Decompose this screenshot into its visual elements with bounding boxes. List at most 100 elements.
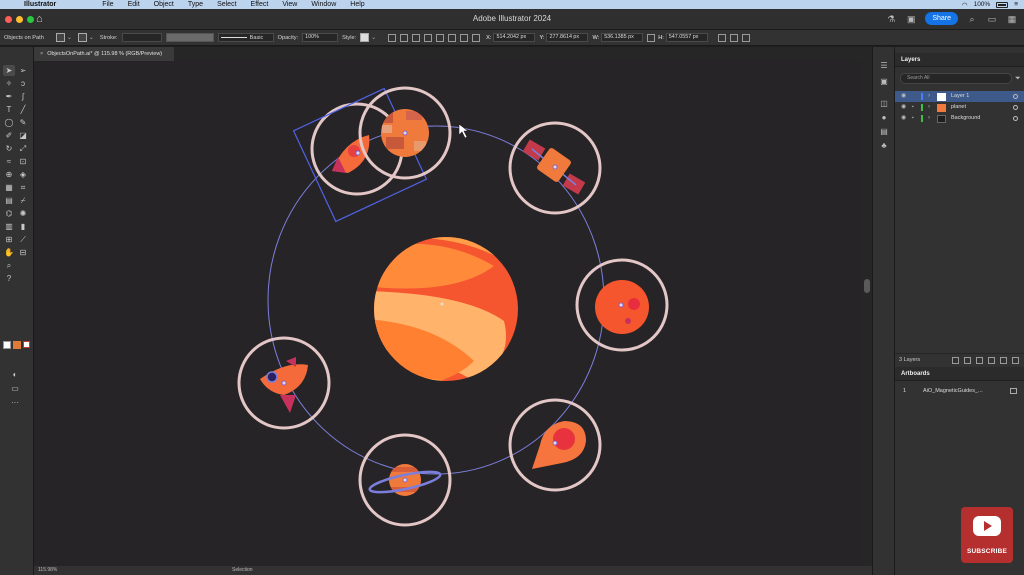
draw-mode-icon[interactable]: ◐	[9, 369, 21, 380]
menu-icon[interactable]	[741, 33, 750, 42]
stroke-swatch[interactable]	[77, 33, 87, 42]
new-sublayer-icon[interactable]	[988, 357, 995, 364]
blend-tool-icon[interactable]: ⌬	[3, 208, 15, 219]
comet[interactable]	[508, 398, 602, 492]
document-tab[interactable]: × ObjectsOnPath.ai* @ 115.98 % (RGB/Previ…	[34, 47, 174, 61]
live-paint-tool-icon[interactable]: ◈	[17, 169, 29, 180]
layer-row-background[interactable]: ◉ ▪ › Background	[895, 113, 1024, 124]
menu-window[interactable]: Window	[311, 1, 336, 8]
make-clipping-mask-icon[interactable]	[964, 357, 971, 364]
none-color-icon[interactable]	[23, 341, 30, 348]
warp-tool-icon[interactable]: ≈	[3, 156, 15, 167]
share-button[interactable]: Share	[925, 12, 958, 25]
type-tool-icon[interactable]: T	[3, 104, 15, 115]
properties-icon[interactable]: ☰	[879, 61, 889, 71]
layer-row-planet[interactable]: ◉ ▪ › planet	[895, 102, 1024, 113]
filter-icon[interactable]: ⏷	[1015, 74, 1023, 83]
align-top-icon[interactable]	[436, 33, 445, 42]
reference-point-icon[interactable]	[472, 33, 481, 42]
app-menu[interactable]: Illustrator	[24, 1, 56, 8]
battery-icon[interactable]	[996, 1, 1009, 8]
w-field[interactable]: 536.1385 px	[601, 33, 644, 42]
eraser-tool-icon[interactable]: ◪	[17, 130, 29, 141]
menu-object[interactable]: Object	[154, 1, 174, 8]
central-planet[interactable]	[364, 237, 518, 391]
brush-tool-icon[interactable]: ✎	[17, 117, 29, 128]
scroll-thumb[interactable]	[864, 279, 870, 293]
new-layer-icon[interactable]	[1000, 357, 1007, 364]
workspace-icon[interactable]: ▭	[986, 13, 998, 25]
menu-view[interactable]: View	[282, 1, 297, 8]
align-left-icon[interactable]	[400, 33, 409, 42]
chevron-down-icon[interactable]: ⌄	[89, 34, 94, 41]
saturn-planet[interactable]	[358, 433, 452, 527]
comments-icon[interactable]: ▣	[905, 13, 917, 25]
h-field[interactable]: 547.0557 px	[665, 33, 708, 42]
y-field[interactable]: 277.8614 px	[546, 33, 589, 42]
arrange-icon[interactable]: ▦	[1006, 13, 1018, 25]
visibility-eye-icon[interactable]: ◉	[901, 91, 906, 102]
artboard-tool-icon[interactable]: ⊞	[3, 234, 15, 245]
scale-tool-icon[interactable]: ⤢	[17, 143, 29, 154]
line-tool-icon[interactable]: ╱	[17, 104, 29, 115]
graphic-style-swatch[interactable]	[360, 33, 370, 42]
opacity-label[interactable]: Opacity:	[278, 35, 299, 41]
menu-help[interactable]: Help	[350, 1, 364, 8]
perspective-grid-tool-icon[interactable]: ▦	[3, 182, 15, 193]
expand-arrow-icon[interactable]: ›	[928, 102, 930, 113]
venus-planet[interactable]	[358, 86, 452, 180]
symbol-sprayer-tool-icon[interactable]: ✺	[17, 208, 29, 219]
artboard-row[interactable]: 1 AiO_MagneticGuides_...	[895, 385, 1024, 397]
fill-swatch[interactable]	[55, 33, 65, 42]
bar-graph-tool-icon[interactable]: ▮	[17, 221, 29, 232]
expand-arrow-icon[interactable]: ›	[928, 91, 930, 102]
wifi-icon[interactable]: ◠	[962, 1, 968, 9]
stroke-weight-field[interactable]	[121, 33, 162, 42]
column-graph-tool-icon[interactable]: ▥	[3, 221, 15, 232]
swatches-icon[interactable]: ▤	[879, 127, 889, 137]
layer-name[interactable]: Background	[951, 113, 980, 124]
shape-builder-tool-icon[interactable]: ⊕	[3, 169, 15, 180]
expand-arrow-icon[interactable]: ›	[928, 113, 930, 124]
align-middle-icon[interactable]	[448, 33, 457, 42]
chevron-down-icon[interactable]: ⌄	[67, 34, 72, 41]
menu-effect[interactable]: Effect	[251, 1, 269, 8]
zoom-tool-icon[interactable]: ⌕	[3, 260, 15, 271]
trash-icon[interactable]	[1012, 357, 1019, 364]
mesh-tool-icon[interactable]: ⌗	[17, 182, 29, 193]
layer-name[interactable]: Layer 1	[951, 91, 969, 102]
align-bottom-icon[interactable]	[460, 33, 469, 42]
layers-icon[interactable]: ◫	[879, 99, 889, 109]
isolate-icon[interactable]	[729, 33, 738, 42]
align-right-icon[interactable]	[424, 33, 433, 42]
menu-edit[interactable]: Edit	[128, 1, 140, 8]
free-transform-tool-icon[interactable]: ⊡	[17, 156, 29, 167]
help-icon[interactable]: ?	[3, 273, 15, 284]
x-field[interactable]: 514.2042 px	[493, 33, 536, 42]
artboard-name[interactable]: AiO_MagneticGuides_...	[923, 385, 983, 397]
ellipse-tool-icon[interactable]: ◯	[3, 117, 15, 128]
opacity-field[interactable]: 100%	[302, 33, 339, 42]
chevron-down-icon[interactable]: ⌄	[371, 34, 376, 41]
layers-search-input[interactable]: Search All	[900, 73, 1012, 84]
rocket-left[interactable]	[237, 336, 331, 430]
stroke-label[interactable]: Stroke:	[100, 35, 118, 41]
small-planet-right[interactable]	[575, 258, 669, 352]
recolor-icon[interactable]	[388, 33, 397, 42]
lock-icon[interactable]: ▪	[912, 113, 914, 124]
more-tools-icon[interactable]: ···	[9, 397, 21, 408]
artboards-panel-title[interactable]: Artboards	[895, 367, 1024, 381]
target-icon[interactable]	[1013, 94, 1018, 99]
vertical-scrollbar[interactable]	[862, 47, 872, 566]
brushes-icon[interactable]: ♣	[879, 141, 889, 151]
fill-stroke-widget[interactable]	[3, 341, 30, 353]
artboard-canvas[interactable]	[34, 61, 862, 566]
layer-name[interactable]: planet	[951, 102, 966, 113]
fill-color-icon[interactable]	[3, 341, 11, 349]
lasso-tool-icon[interactable]: ↄ	[17, 78, 29, 89]
screen-mode-icon[interactable]: ▭	[9, 383, 21, 394]
subscribe-badge[interactable]: SUBSCRIBE	[961, 507, 1013, 563]
magic-wand-tool-icon[interactable]: ✧	[3, 78, 15, 89]
zoom-level[interactable]: 115.98%	[38, 566, 57, 575]
menu-file[interactable]: File	[102, 1, 113, 8]
